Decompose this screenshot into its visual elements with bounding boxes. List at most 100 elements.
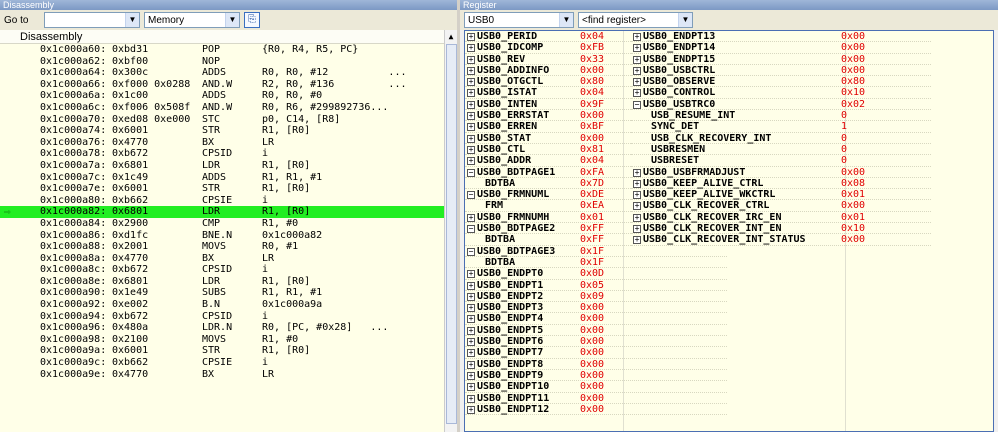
- register-row[interactable]: + USB0_ENDPT3 0x00: [465, 302, 727, 314]
- register-value[interactable]: 0x80: [841, 76, 865, 87]
- register-value[interactable]: 0x01: [841, 189, 865, 200]
- disassembly-row[interactable]: 0x1c000a8e: 0x6801 LDR R1, [R0]: [0, 276, 444, 288]
- expand-icon[interactable]: +: [467, 123, 475, 132]
- expand-icon[interactable]: +: [633, 213, 641, 222]
- expand-icon[interactable]: +: [467, 405, 475, 414]
- register-row[interactable]: + USB0_ENDPT11 0x00: [465, 393, 727, 404]
- register-value[interactable]: 0x00: [841, 200, 865, 211]
- disassembly-row[interactable]: 0x1c000a94: 0xb672 CPSID i: [0, 311, 444, 323]
- expand-icon[interactable]: +: [467, 112, 475, 121]
- expand-icon[interactable]: +: [633, 33, 641, 41]
- register-value[interactable]: 0x00: [580, 133, 604, 144]
- register-row[interactable]: + USB0_USBFRMADJUST 0x00: [631, 167, 931, 178]
- register-value[interactable]: 0x00: [580, 347, 604, 358]
- register-value[interactable]: 0x00: [580, 313, 604, 324]
- register-value[interactable]: 0x01: [580, 212, 604, 223]
- register-value[interactable]: 0: [841, 155, 847, 166]
- register-value[interactable]: 0x00: [841, 31, 865, 42]
- register-row[interactable]: + USB0_ENDPT14 0x00: [631, 42, 931, 54]
- register-row[interactable]: + USB0_ENDPT12 0x00: [465, 404, 727, 416]
- register-value[interactable]: 0x00: [580, 393, 604, 404]
- disassembly-row[interactable]: 0x1c000a8a: 0x4770 BX LR: [0, 253, 444, 265]
- register-row[interactable]: − USB0_BDTPAGE3 0x1F: [465, 246, 727, 257]
- disassembly-row[interactable]: 0x1c000a62: 0xbf00 NOP: [0, 56, 444, 68]
- disassembly-row[interactable]: 0x1c000a86: 0xd1fc BNE.N 0x1c000a82: [0, 230, 444, 242]
- expand-icon[interactable]: +: [633, 225, 641, 234]
- register-row[interactable]: + USB0_OBSERVE 0x80: [631, 76, 931, 88]
- register-value[interactable]: 0x0D: [580, 268, 604, 279]
- register-row[interactable]: + USB0_ENDPT5 0x00: [465, 325, 727, 337]
- register-value[interactable]: 0x81: [580, 144, 604, 155]
- register-row[interactable]: + USB0_ENDPT13 0x00: [631, 31, 931, 43]
- register-value[interactable]: 0x00: [580, 370, 604, 381]
- register-row[interactable]: + USB0_ENDPT4 0x00: [465, 313, 727, 325]
- expand-icon[interactable]: +: [467, 371, 475, 380]
- expand-icon[interactable]: +: [467, 55, 475, 64]
- register-value[interactable]: 0x04: [580, 87, 604, 98]
- register-row[interactable]: + USB0_ENDPT10 0x00: [465, 381, 727, 393]
- expand-icon[interactable]: +: [467, 44, 475, 53]
- register-row[interactable]: + USB0_ENDPT15 0x00: [631, 54, 931, 65]
- expand-icon[interactable]: +: [467, 394, 475, 403]
- collapse-icon[interactable]: −: [467, 191, 475, 200]
- expand-icon[interactable]: +: [467, 349, 475, 358]
- register-value[interactable]: 0x00: [841, 54, 865, 65]
- register-row[interactable]: + USB0_KEEP_ALIVE_WKCTRL 0x01: [631, 189, 931, 201]
- register-value[interactable]: 0x01: [841, 212, 865, 223]
- register-value[interactable]: 0x00: [841, 42, 865, 53]
- register-value[interactable]: 0x00: [580, 65, 604, 76]
- expand-icon[interactable]: +: [467, 326, 475, 335]
- bitfield-row[interactable]: USB_CLK_RECOVERY_INT 0: [631, 133, 931, 144]
- bitfield-row[interactable]: SYNC_DET 1: [631, 121, 931, 133]
- expand-icon[interactable]: +: [633, 202, 641, 211]
- expand-icon[interactable]: +: [633, 179, 641, 188]
- disassembly-row[interactable]: 0x1c000a70: 0xed08 0xe000 STC p0, C14, [R8]: [0, 114, 444, 126]
- expand-icon[interactable]: +: [467, 281, 475, 290]
- disassembly-row[interactable]: 0x1c000a88: 0x2001 MOVS R0, #1: [0, 241, 444, 253]
- collapse-icon[interactable]: −: [467, 225, 475, 234]
- register-value[interactable]: 0xEA: [580, 200, 604, 211]
- module-select[interactable]: USB0 ▼: [464, 12, 574, 28]
- register-value[interactable]: 0x1F: [580, 246, 604, 257]
- register-value[interactable]: 0x09: [580, 291, 604, 302]
- disassembly-row[interactable]: 0x1c000a8c: 0xb672 CPSID i: [0, 264, 444, 276]
- register-value[interactable]: 0x00: [580, 359, 604, 370]
- disassembly-row[interactable]: 0x1c000a7a: 0x6801 LDR R1, [R0]: [0, 160, 444, 172]
- register-value[interactable]: 0x05: [580, 280, 604, 291]
- collapse-icon[interactable]: −: [633, 100, 641, 109]
- collapse-icon[interactable]: −: [467, 168, 475, 177]
- register-value[interactable]: 0x00: [580, 325, 604, 336]
- disassembly-row[interactable]: 0x1c000a64: 0x300c ADDS R0, R0, #12 ...: [0, 67, 444, 79]
- disassembly-row[interactable]: 0x1c000a74: 0x6001 STR R1, [R0]: [0, 125, 444, 137]
- register-value[interactable]: 0xBF: [580, 121, 604, 132]
- register-value[interactable]: 0xFA: [580, 167, 604, 178]
- register-row[interactable]: − USB0_USBTRC0 0x02: [631, 99, 931, 111]
- expand-icon[interactable]: +: [467, 304, 475, 313]
- disassembly-row[interactable]: 0x1c000a84: 0x2900 CMP R1, #0: [0, 218, 444, 230]
- register-value[interactable]: 0x00: [841, 167, 865, 178]
- expand-icon[interactable]: +: [467, 78, 475, 87]
- register-value[interactable]: 0x7D: [580, 178, 604, 189]
- expand-icon[interactable]: +: [467, 383, 475, 392]
- register-row[interactable]: + USB0_CLK_RECOVER_IRC_EN 0x01: [631, 212, 931, 224]
- register-value[interactable]: 0x08: [841, 178, 865, 189]
- register-value[interactable]: 0xFF: [580, 223, 604, 234]
- disassembly-row[interactable]: 0x1c000a9e: 0x4770 BX LR: [0, 369, 444, 381]
- chevron-down-icon[interactable]: ▼: [225, 13, 239, 27]
- expand-icon[interactable]: +: [467, 89, 475, 98]
- expand-icon[interactable]: +: [467, 292, 475, 301]
- register-value[interactable]: 0x00: [580, 336, 604, 347]
- register-row[interactable]: + USB0_CLK_RECOVER_INT_STATUS 0x00: [631, 234, 931, 246]
- scroll-thumb[interactable]: [446, 44, 457, 424]
- register-row[interactable]: + USB0_USBCTRL 0x00: [631, 65, 931, 77]
- expand-icon[interactable]: +: [467, 157, 475, 166]
- disassembly-row[interactable]: 0x1c000a76: 0x4770 BX LR: [0, 137, 444, 149]
- register-row[interactable]: + USB0_CONTROL 0x10: [631, 87, 931, 99]
- chevron-down-icon[interactable]: ▼: [125, 13, 139, 27]
- register-value[interactable]: 0x04: [580, 31, 604, 42]
- disassembly-row[interactable]: 0x1c000a60: 0xbd31 POP {R0, R4, R5, PC}: [0, 44, 444, 56]
- disassembly-row[interactable]: 0x1c000a90: 0x1e49 SUBS R1, R1, #1: [0, 287, 444, 299]
- expand-icon[interactable]: +: [467, 213, 475, 222]
- expand-icon[interactable]: +: [633, 89, 641, 98]
- disassembly-row[interactable]: 0x1c000a98: 0x2100 MOVS R1, #0: [0, 334, 444, 346]
